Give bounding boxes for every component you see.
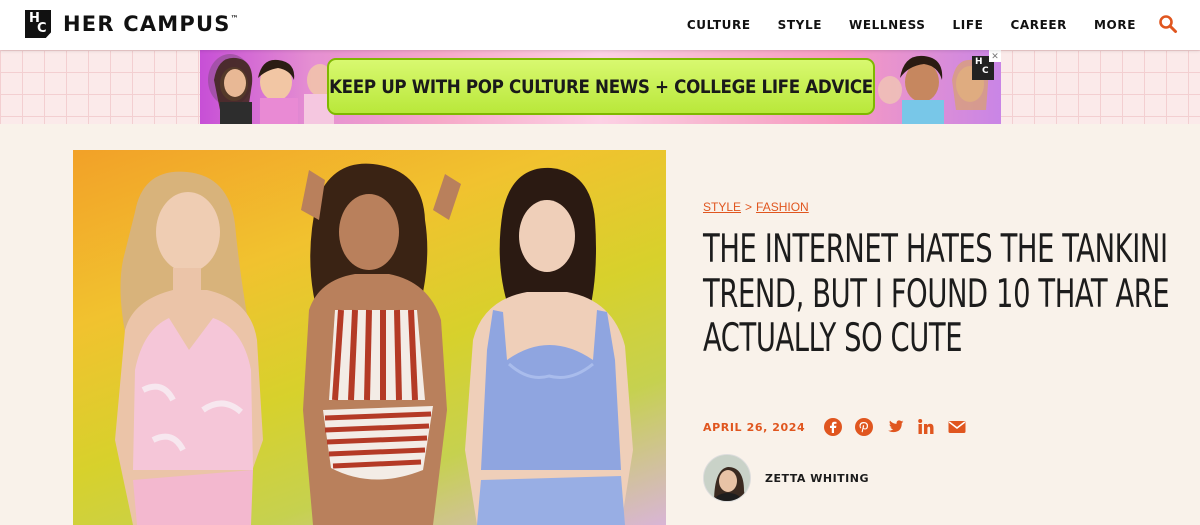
twitter-icon[interactable] (886, 418, 904, 436)
site-header: H C HER CAMPUS™ CULTURE STYLE WELLNESS L… (0, 0, 1200, 50)
breadcrumb-subcategory-link[interactable]: FASHION (756, 200, 809, 214)
article-hero-image (73, 150, 666, 525)
article-date: APRIL 26, 2024 (703, 421, 806, 434)
linkedin-icon[interactable] (917, 418, 935, 436)
author-avatar[interactable] (703, 454, 751, 502)
breadcrumb-separator: > (745, 200, 753, 214)
logo-wordmark: HER CAMPUS™ (63, 12, 240, 36)
pinterest-icon[interactable] (855, 418, 873, 436)
breadcrumb-category-link[interactable]: STYLE (703, 200, 741, 214)
nav-item-career[interactable]: CAREER (1010, 18, 1067, 32)
author-name[interactable]: ZETTA WHITING (765, 472, 869, 485)
her-campus-logo-mark: H C (25, 10, 51, 38)
nav-item-culture[interactable]: CULTURE (687, 18, 751, 32)
site-logo[interactable]: H C HER CAMPUS™ (25, 10, 240, 38)
ad-headline-pill[interactable]: KEEP UP WITH POP CULTURE NEWS + COLLEGE … (327, 58, 875, 115)
ad-banner-area: KEEP UP WITH POP CULTURE NEWS + COLLEGE … (0, 50, 1200, 124)
ad-close-icon[interactable]: ✕ (989, 50, 1001, 62)
logo-wordmark-text: HER CAMPUS (63, 12, 231, 36)
author-byline[interactable]: ZETTA WHITING (703, 454, 869, 502)
email-icon[interactable] (948, 418, 966, 436)
nav-item-life[interactable]: LIFE (953, 18, 984, 32)
main-nav: CULTURE STYLE WELLNESS LIFE CAREER MORE (660, 0, 1136, 50)
logo-trademark: ™ (230, 14, 240, 23)
logo-mark-c: C (37, 21, 47, 36)
hero-photo-illustration (115, 163, 633, 525)
nav-item-more[interactable]: MORE (1094, 18, 1136, 32)
facebook-icon[interactable] (824, 418, 842, 436)
ad-logo-c: C (982, 66, 989, 76)
nav-item-style[interactable]: STYLE (778, 18, 822, 32)
ad-banner[interactable]: KEEP UP WITH POP CULTURE NEWS + COLLEGE … (200, 50, 1001, 124)
search-icon[interactable] (1158, 14, 1178, 34)
nav-item-wellness[interactable]: WELLNESS (849, 18, 926, 32)
breadcrumb: STYLE > FASHION (703, 200, 809, 214)
article-title: THE INTERNET HATES THE TANKINI TREND, BU… (703, 227, 1170, 361)
ad-headline: KEEP UP WITH POP CULTURE NEWS + COLLEGE … (329, 75, 873, 98)
share-bar (824, 418, 979, 436)
